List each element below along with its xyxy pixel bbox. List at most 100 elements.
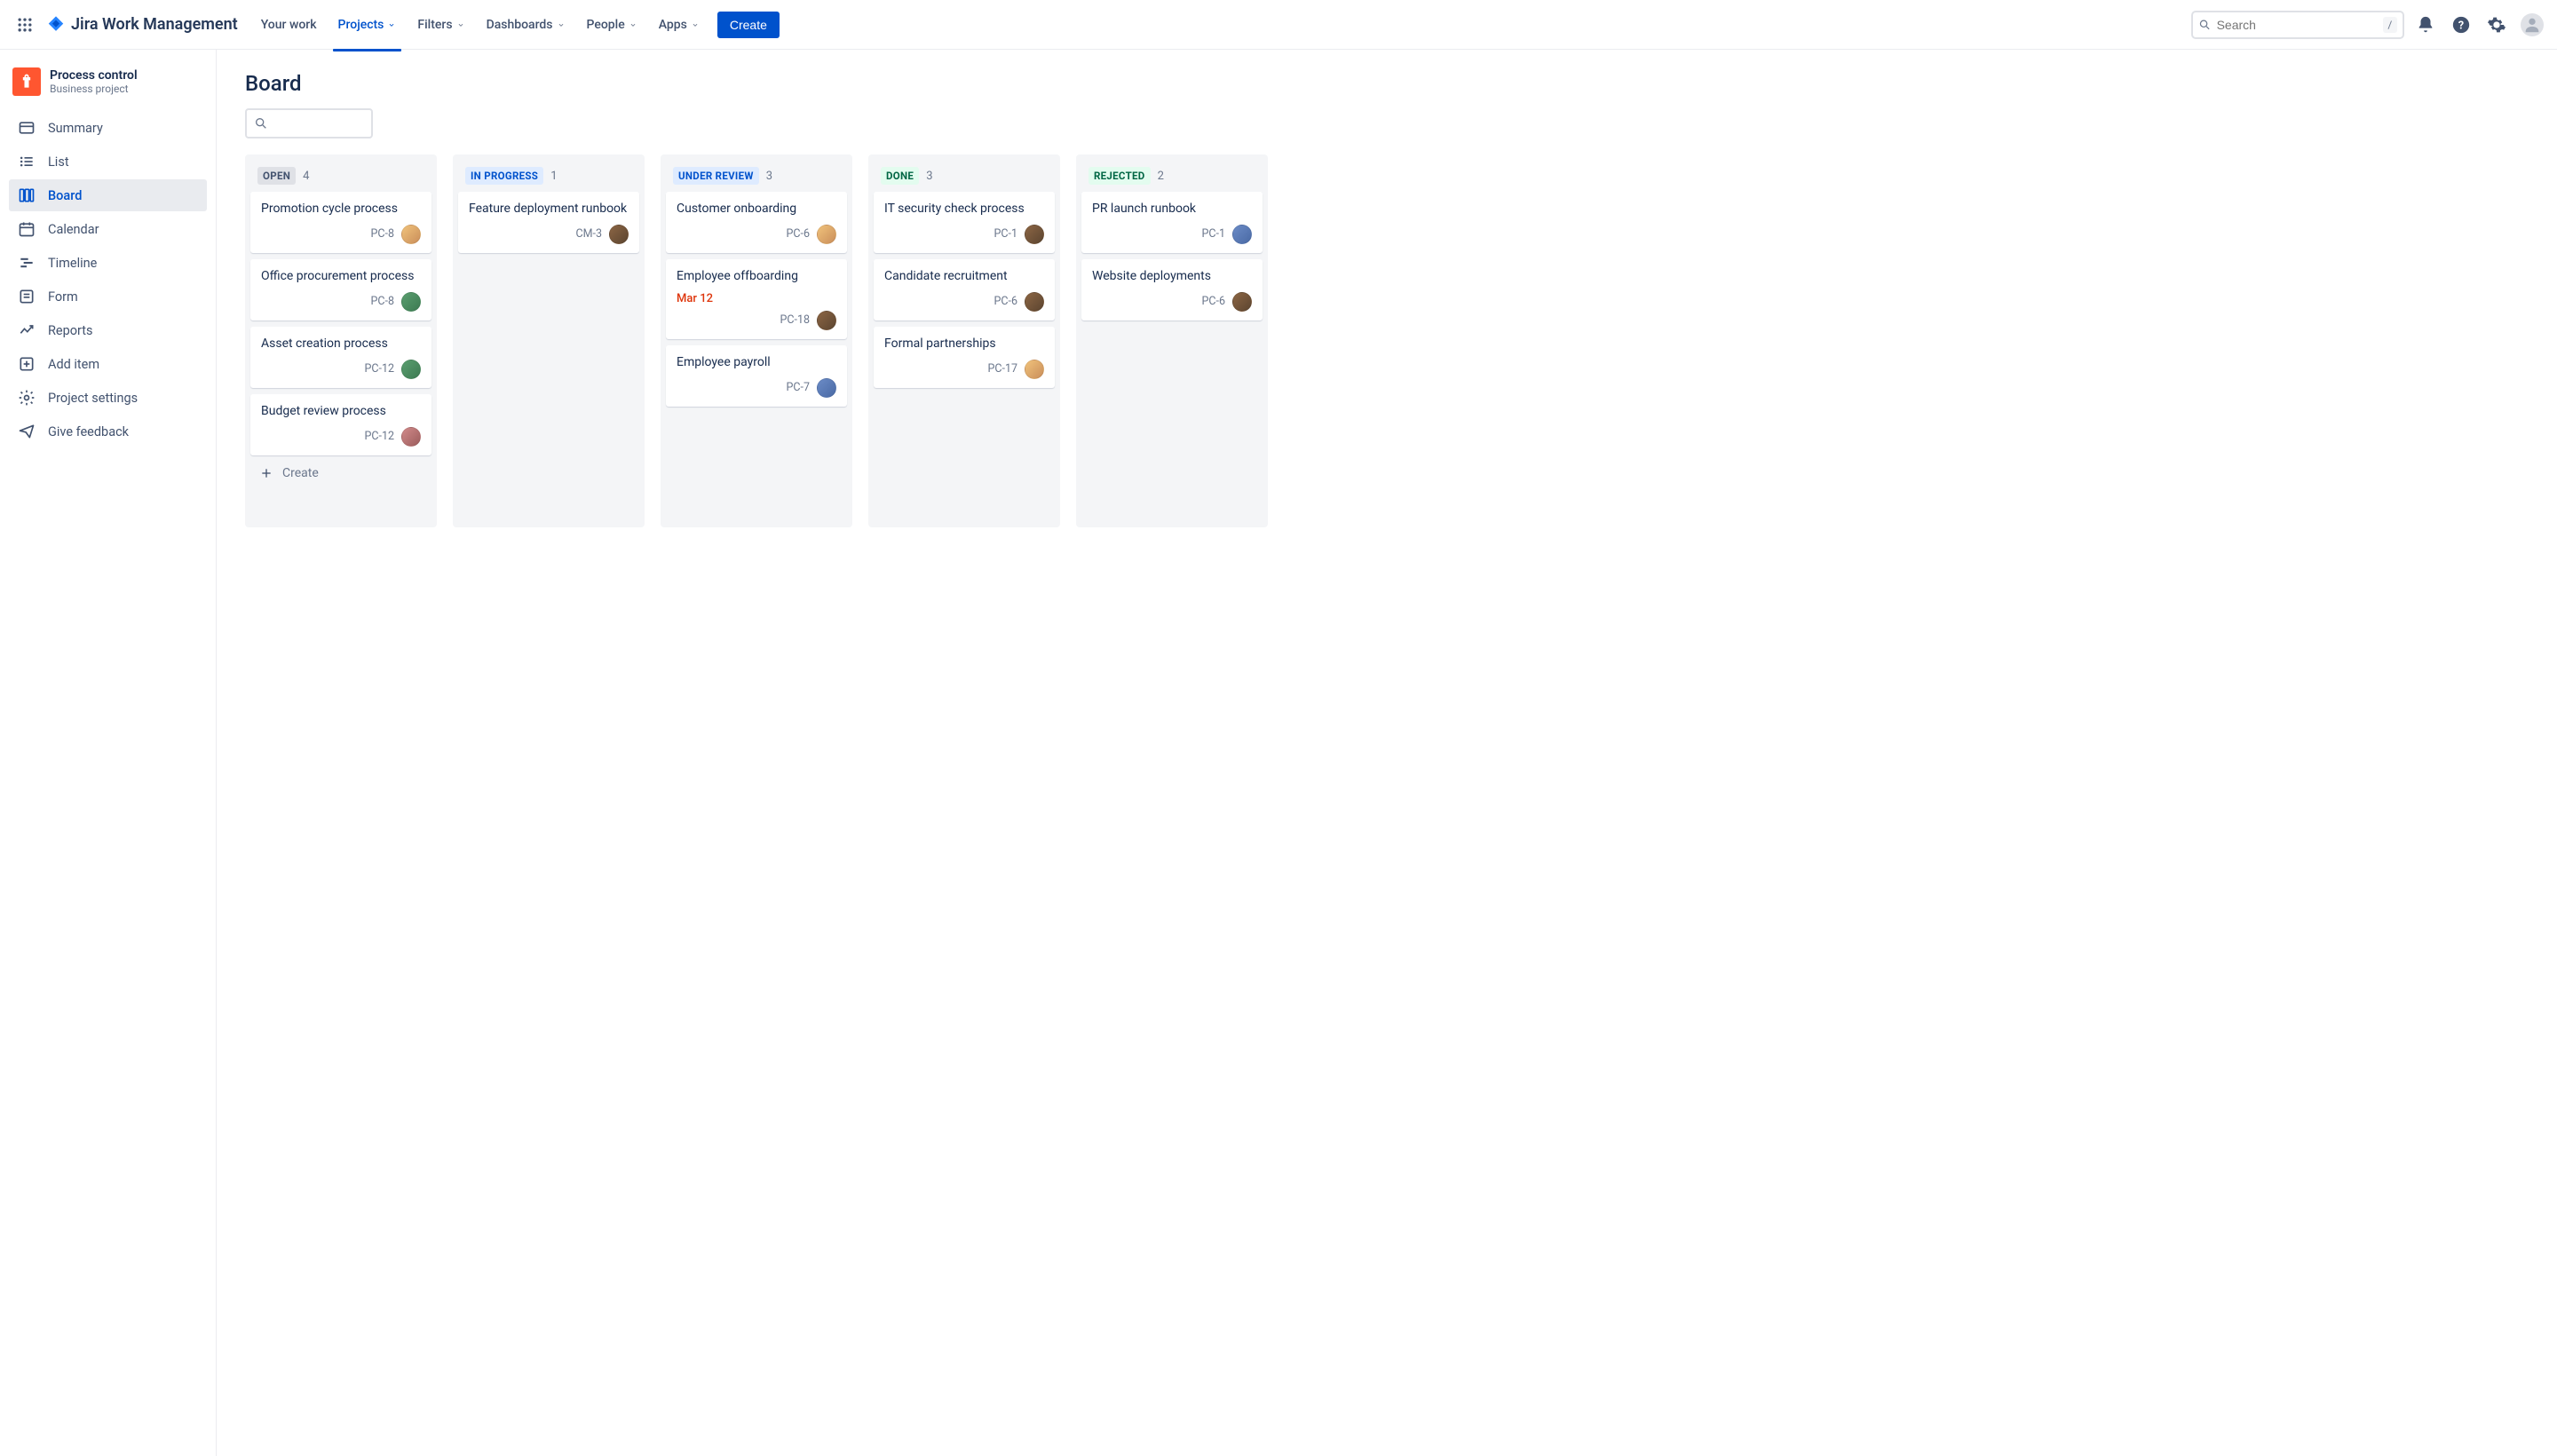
assignee-avatar[interactable] (1025, 360, 1044, 379)
jira-logo-icon (46, 15, 66, 35)
card[interactable]: Customer onboarding PC-6 (666, 192, 847, 253)
sidebar-item-list[interactable]: List (9, 146, 207, 178)
svg-text:?: ? (2458, 19, 2464, 32)
search-icon (254, 116, 268, 131)
assignee-avatar[interactable] (1025, 292, 1044, 312)
assignee-avatar[interactable] (401, 292, 421, 312)
column-header[interactable]: REJECTED2 (1081, 162, 1263, 192)
create-issue-button[interactable]: Create (250, 459, 431, 487)
column-header[interactable]: UNDER REVIEW3 (666, 162, 847, 192)
card-key: PC-1 (1201, 227, 1225, 241)
assignee-avatar[interactable] (401, 225, 421, 244)
card-key: PC-6 (994, 295, 1017, 308)
card-title: Asset creation process (261, 336, 421, 352)
nav-your-work[interactable]: Your work (252, 12, 326, 37)
assignee-avatar[interactable] (609, 225, 629, 244)
card-key: CM-3 (575, 227, 602, 241)
sidebar-item-calendar[interactable]: Calendar (9, 213, 207, 245)
card-list: IT security check process PC-1 Candidate r… (874, 192, 1055, 388)
help-icon[interactable]: ? (2447, 11, 2475, 39)
card-key: PC-1 (994, 227, 1017, 241)
brand[interactable]: Jira Work Management (46, 15, 238, 35)
card-title: Formal partnerships (884, 336, 1044, 352)
person-icon (2522, 15, 2542, 35)
assignee-avatar[interactable] (401, 360, 421, 379)
project-icon (12, 67, 41, 96)
chevron-down-icon (557, 20, 566, 29)
card-footer: PC-18 (677, 311, 836, 330)
card-footer: PC-7 (677, 378, 836, 398)
card[interactable]: PR launch runbookPC-1 (1081, 192, 1263, 253)
card-footer: PC-1 (1092, 225, 1252, 244)
card-title: Customer onboarding (677, 201, 836, 218)
column-header[interactable]: OPEN4 (250, 162, 431, 192)
assignee-avatar[interactable] (817, 378, 836, 398)
sidebar-item-feedback[interactable]: Give feedback (9, 415, 207, 447)
filter-row (245, 108, 2529, 138)
sidebar-item-settings[interactable]: Project settings (9, 382, 207, 414)
project-header[interactable]: Process control Business project (9, 67, 207, 112)
assignee-avatar[interactable] (1025, 225, 1044, 244)
nav-people[interactable]: People (578, 12, 646, 37)
card[interactable]: Feature deployment runbook CM-3 (458, 192, 639, 253)
card-title: Website deployments (1092, 268, 1252, 285)
project-name: Process control (50, 68, 138, 83)
create-button[interactable]: Create (717, 12, 780, 38)
nav-apps[interactable]: Apps (650, 12, 709, 37)
app-switcher-icon[interactable] (11, 11, 39, 39)
card[interactable]: Promotion cycle processPC-8 (250, 192, 431, 253)
sidebar-item-summary[interactable]: Summary (9, 112, 207, 144)
card[interactable]: IT security check process PC-1 (874, 192, 1055, 253)
card-key: PC-8 (370, 295, 394, 308)
card-footer: PC-1 (884, 225, 1044, 244)
card-key: PC-6 (786, 227, 810, 241)
top-nav: Jira Work Management Your work Projects … (0, 0, 2557, 50)
notifications-icon[interactable] (2411, 11, 2440, 39)
card-key: PC-7 (786, 381, 810, 394)
global-search[interactable]: / (2191, 11, 2404, 39)
settings-icon[interactable] (2482, 11, 2511, 39)
chevron-down-icon (456, 20, 465, 29)
sidebar-item-board[interactable]: Board (9, 179, 207, 211)
card[interactable]: Asset creation processPC-12 (250, 327, 431, 388)
column-open: OPEN4Promotion cycle processPC-8Office p… (245, 154, 437, 527)
nav-dashboards[interactable]: Dashboards (478, 12, 574, 37)
card[interactable]: Employee payrollPC-7 (666, 345, 847, 407)
card-footer: PC-17 (884, 360, 1044, 379)
column-underreview: UNDER REVIEW3 Customer onboarding PC-6 Empl… (661, 154, 852, 527)
card[interactable]: Formal partnerships PC-17 (874, 327, 1055, 388)
assignee-avatar[interactable] (401, 427, 421, 447)
column-inprogress: IN PROGRESS1 Feature deployment runbook CM… (453, 154, 645, 527)
assignee-avatar[interactable] (1232, 225, 1252, 244)
card[interactable]: Budget review processPC-12 (250, 394, 431, 455)
column-header[interactable]: DONE3 (874, 162, 1055, 192)
column-label: UNDER REVIEW (673, 167, 759, 185)
card-footer: PC-6 (677, 225, 836, 244)
sidebar-item-form[interactable]: Form (9, 281, 207, 313)
assignee-avatar[interactable] (817, 225, 836, 244)
card-title: Office procurement process (261, 268, 421, 285)
sidebar-item-add[interactable]: Add item (9, 348, 207, 380)
column-header[interactable]: IN PROGRESS1 (458, 162, 639, 192)
board-search[interactable] (245, 108, 373, 138)
card[interactable]: Office procurement process PC-8 (250, 259, 431, 320)
card-key: PC-17 (987, 362, 1017, 376)
nav-filters[interactable]: Filters (408, 12, 473, 37)
card[interactable]: Website deploymentsPC-6 (1081, 259, 1263, 320)
plus-icon (259, 466, 273, 480)
card-footer: PC-6 (884, 292, 1044, 312)
card[interactable]: Candidate recruitmentPC-6 (874, 259, 1055, 320)
sidebar-item-timeline[interactable]: Timeline (9, 247, 207, 279)
card[interactable]: Employee offboardingMar 12PC-18 (666, 259, 847, 339)
assignee-avatar[interactable] (1232, 292, 1252, 312)
sidebar-item-reports[interactable]: Reports (9, 314, 207, 346)
column-count: 3 (926, 170, 932, 183)
global-search-input[interactable] (2217, 18, 2378, 32)
nav-projects[interactable]: Projects (329, 12, 406, 37)
assignee-avatar[interactable] (817, 311, 836, 330)
profile-avatar[interactable] (2518, 11, 2546, 39)
chevron-down-icon (387, 20, 396, 29)
card-title: Feature deployment runbook (469, 201, 629, 218)
card-list: Customer onboarding PC-6 Employee offboard… (666, 192, 847, 407)
card-title: IT security check process (884, 201, 1044, 218)
